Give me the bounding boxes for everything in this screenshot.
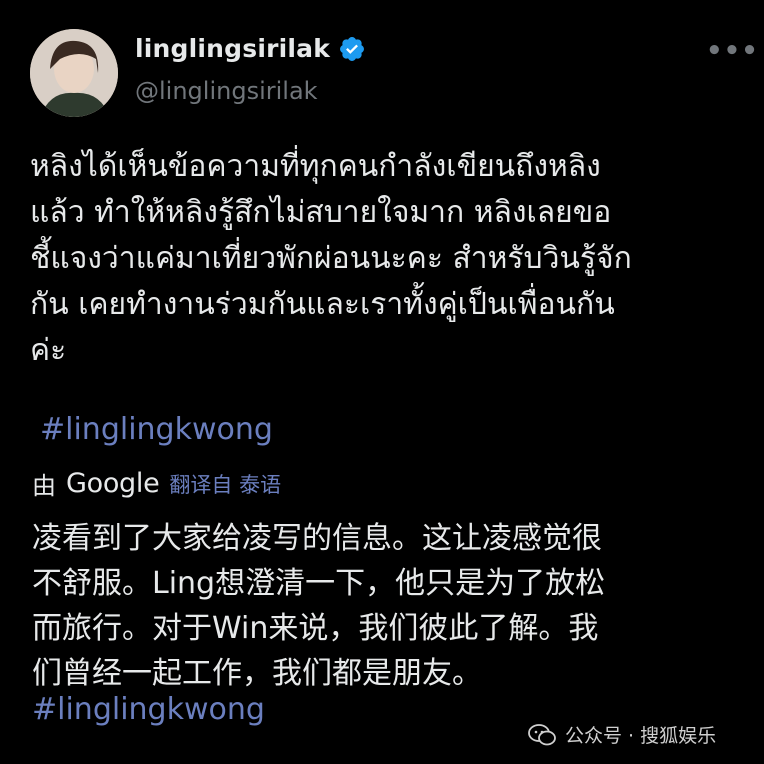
google-logo: Google [66,468,160,499]
translated-text-line: 们曾经一起工作，我们都是朋友。 [32,656,482,691]
translation-attribution: 由 Google 翻译自 泰语 [32,466,281,501]
translated-text-line: 不舒服。Ling想澄清一下，他只是为了放松 [32,566,606,601]
profile-avatar[interactable] [30,29,118,117]
wechat-icon [528,723,556,745]
tweet-text-line: ชี้แจงว่าแค่มาเที่ยวพักผ่อนนะคะ สำหรับวิ… [30,241,632,276]
author-row: linglingsirilak [135,34,366,63]
tweet-text-line: แล้ว ทำให้หลิงรู้สึกไม่สบายใจมาก หลิงเลย… [30,195,612,230]
hashtag-link[interactable]: #linglingkwong [40,412,273,447]
verified-badge-icon [340,36,365,61]
watermark: 公众号 · 搜狐娱乐 [527,721,716,748]
avatar-photo [30,29,118,117]
translated-text: 凌看到了大家给凌写的信息。这让凌感觉很 不舒服。Ling想澄清一下，他只是为了放… [32,516,752,696]
tweet-text-line: ค่ะ [30,333,67,368]
translated-from-label[interactable]: 翻译自 泰语 [169,469,281,499]
tweet-text: หลิงได้เห็นข้อความที่ทุกคนกำลังเขียนถึงห… [30,144,750,374]
translated-text-line: 凌看到了大家给凌写的信息。这让凌感觉很 [32,521,602,556]
translated-hashtag-link[interactable]: #linglingkwong [32,692,265,727]
author-handle[interactable]: @linglingsirilak [135,77,318,105]
tweet-text-line: กัน เคยทำงานร่วมกันและเราทั้งคู่เป็นเพื่… [30,287,615,322]
ellipsis-icon[interactable]: ••• [706,36,759,66]
translated-by-label: 由 [32,472,56,500]
watermark-text: 公众号 · 搜狐娱乐 [565,725,717,747]
translated-text-line: 而旅行。对于Win来说，我们彼此了解。我 [32,611,599,646]
author-display-name[interactable]: linglingsirilak [135,34,330,63]
tweet-text-line: หลิงได้เห็นข้อความที่ทุกคนกำลังเขียนถึงห… [30,149,601,184]
